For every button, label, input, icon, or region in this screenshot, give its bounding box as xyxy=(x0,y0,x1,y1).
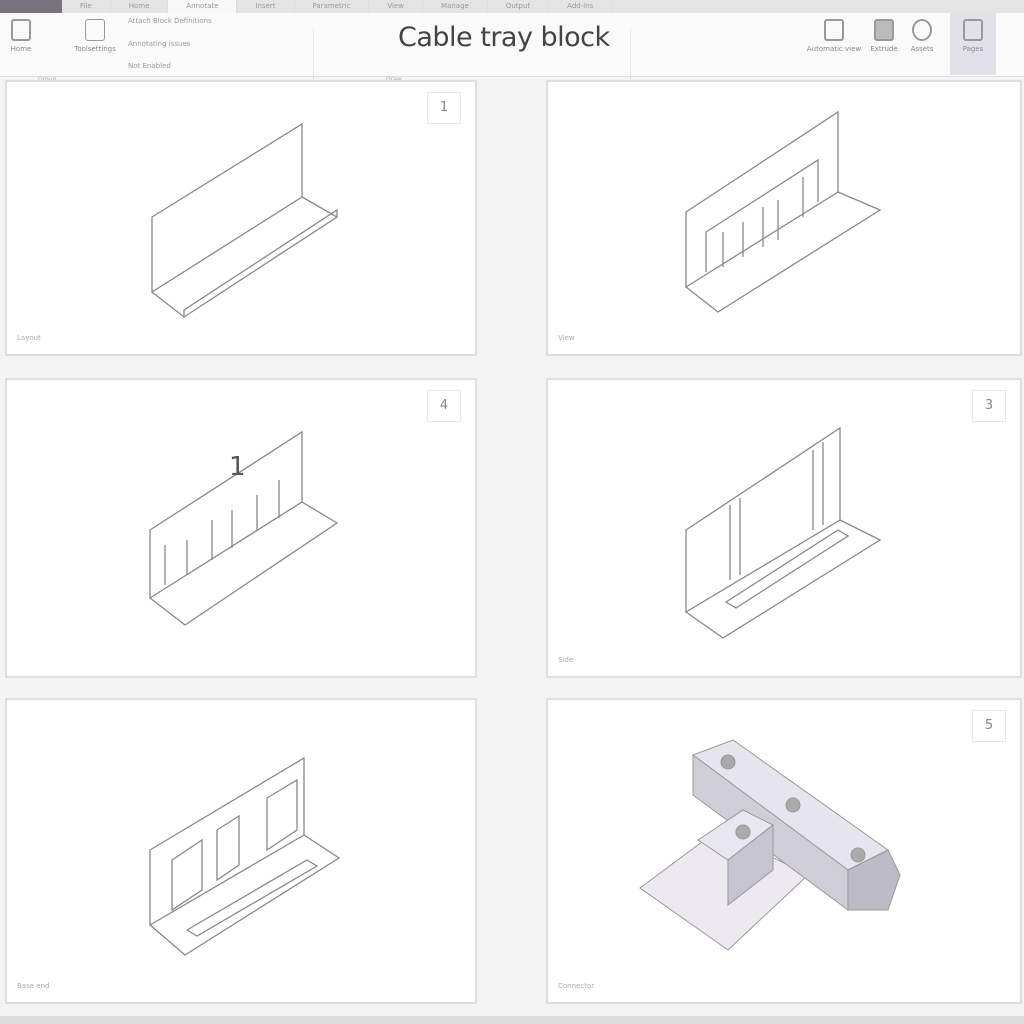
view-panel-3[interactable]: 1 4 xyxy=(5,378,477,678)
tab-home[interactable]: Home xyxy=(111,0,169,13)
assets-button[interactable]: Assets xyxy=(904,19,940,53)
view-footer: Layout xyxy=(17,334,41,342)
bracket-drawing xyxy=(151,122,339,318)
view-footer: Side xyxy=(558,656,574,664)
link-icon xyxy=(912,19,932,41)
app-menu-button[interactable] xyxy=(0,0,62,13)
home-icon xyxy=(11,19,31,41)
home-button[interactable]: Home xyxy=(6,19,36,53)
extrude-label: Extrude xyxy=(870,45,898,53)
view-footer: Base end xyxy=(17,982,50,990)
view-panel-4[interactable]: 3 Side xyxy=(546,378,1022,678)
automatic-view-button[interactable]: Automatic view xyxy=(806,19,862,53)
check-attach[interactable]: Attach Block Definitions xyxy=(128,17,212,25)
pages-label: Pages xyxy=(962,45,984,53)
ribbon-tabs: File Home Annotate Insert Parametric Vie… xyxy=(0,0,1024,13)
tab-file[interactable]: File xyxy=(62,0,111,13)
printer-icon xyxy=(824,19,844,41)
view-number: 4 xyxy=(427,390,461,422)
slotted-bracket-drawing xyxy=(685,110,882,313)
extrude-button[interactable]: Extrude xyxy=(866,19,902,53)
check-not-enabled[interactable]: Not Enabled xyxy=(128,62,171,70)
view-number xyxy=(972,92,1006,124)
automatic-view-label: Automatic view xyxy=(806,45,862,53)
annotation-label: 1 xyxy=(229,452,246,482)
connector-block-render xyxy=(639,739,901,951)
drawing-title: Cable tray block xyxy=(398,22,610,53)
tab-view[interactable]: View xyxy=(369,0,424,13)
view-panel-6[interactable]: 5 Connector xyxy=(546,698,1022,1004)
view-number: 1 xyxy=(427,92,461,124)
status-bar xyxy=(0,1016,1024,1024)
tab-output[interactable]: Output xyxy=(488,0,550,13)
tab-parametric[interactable]: Parametric xyxy=(295,0,370,13)
tab-annotate[interactable]: Annotate xyxy=(168,0,238,13)
check-annotating[interactable]: Annotating issues xyxy=(128,40,190,48)
toolsettings-label: Toolsettings xyxy=(74,45,116,53)
tab-insert[interactable]: Insert xyxy=(237,0,295,13)
tab-manage[interactable]: Manage xyxy=(423,0,488,13)
pages-button[interactable]: Pages xyxy=(950,13,996,75)
view-footer: Connector xyxy=(558,982,595,990)
bookmark-icon xyxy=(963,19,983,41)
slotted-bracket-drawing xyxy=(149,756,341,956)
view-number: 5 xyxy=(972,710,1006,742)
extrude-icon xyxy=(874,19,894,41)
view-panel-5[interactable]: Base end xyxy=(5,698,477,1004)
view-panel-2[interactable]: View xyxy=(546,80,1022,356)
tab-addins[interactable]: Add-ins xyxy=(549,0,613,13)
slotted-bracket-drawing xyxy=(149,430,339,626)
view-number: 3 xyxy=(972,390,1006,422)
view-panel-1[interactable]: 1 Layout xyxy=(5,80,477,356)
bracket-drawing xyxy=(685,426,882,639)
toolsettings-button[interactable]: Toolsettings xyxy=(70,19,120,53)
view-footer: View xyxy=(558,334,575,342)
home-label: Home xyxy=(10,45,32,53)
view-number xyxy=(427,710,461,742)
tools-icon xyxy=(85,19,105,41)
assets-label: Assets xyxy=(910,45,934,53)
